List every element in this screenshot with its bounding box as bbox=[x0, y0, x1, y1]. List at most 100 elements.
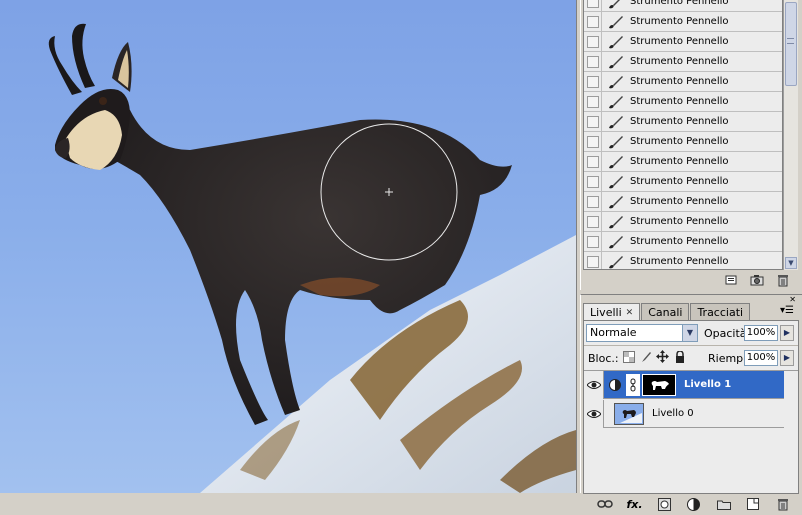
document-canvas[interactable] bbox=[0, 0, 576, 493]
history-step-row[interactable]: Strumento Pennello bbox=[584, 171, 782, 192]
lock-pixels-brush-icon[interactable] bbox=[639, 350, 652, 363]
visibility-eye-icon[interactable] bbox=[584, 399, 604, 428]
adjustment-layer-icon[interactable] bbox=[686, 496, 702, 512]
history-step-label: Strumento Pennello bbox=[630, 136, 729, 147]
history-step-row[interactable]: Strumento Pennello bbox=[584, 231, 782, 252]
paintbrush-icon bbox=[602, 155, 630, 169]
history-scrollbar[interactable]: ▼ bbox=[783, 0, 798, 270]
layers-footer: fx. bbox=[586, 493, 802, 515]
paintbrush-icon bbox=[602, 215, 630, 229]
paintbrush-icon bbox=[602, 135, 630, 149]
history-snapshot-checkbox[interactable] bbox=[584, 91, 602, 112]
blend-mode-select[interactable]: Normale ▼ bbox=[586, 324, 698, 342]
fill-input[interactable]: 100% bbox=[744, 350, 778, 366]
paintbrush-icon bbox=[602, 35, 630, 49]
history-step-row[interactable]: Strumento Pennello bbox=[584, 51, 782, 72]
history-list[interactable]: Strumento Pennello Strumento Pennello Stru… bbox=[583, 0, 783, 270]
history-step-row[interactable]: Strumento Pennello bbox=[584, 11, 782, 32]
layer-name: Livello 1 bbox=[684, 379, 732, 390]
layer-row-livello-1[interactable]: Livello 1 bbox=[584, 370, 784, 399]
divider bbox=[584, 345, 798, 346]
history-step-label: Strumento Pennello bbox=[630, 236, 729, 247]
layer-mask-thumbnail[interactable] bbox=[642, 373, 676, 396]
history-step-row[interactable]: Strumento Pennello bbox=[584, 0, 782, 12]
lock-transparency-icon[interactable] bbox=[622, 350, 635, 363]
blend-mode-value: Normale bbox=[590, 326, 637, 339]
opacity-slider-arrow-icon[interactable]: ▶ bbox=[780, 325, 794, 341]
history-step-label: Strumento Pennello bbox=[630, 56, 729, 67]
lock-position-move-icon[interactable] bbox=[656, 350, 669, 363]
scrollbar-grip-icon bbox=[787, 38, 794, 44]
panel-menu-icon[interactable]: ▾☰ bbox=[780, 305, 794, 316]
history-step-row[interactable]: Strumento Pennello bbox=[584, 211, 782, 232]
new-document-icon[interactable] bbox=[724, 273, 738, 287]
history-snapshot-checkbox[interactable] bbox=[584, 51, 602, 72]
tab-label: Livelli bbox=[590, 306, 622, 319]
lock-all-padlock-icon[interactable] bbox=[673, 350, 686, 363]
history-step-label: Strumento Pennello bbox=[630, 96, 729, 107]
history-snapshot-checkbox[interactable] bbox=[584, 11, 602, 32]
history-step-label: Strumento Pennello bbox=[630, 176, 729, 187]
add-mask-icon[interactable] bbox=[656, 496, 672, 512]
visibility-eye-icon[interactable] bbox=[584, 370, 604, 399]
fill-slider-arrow-icon[interactable]: ▶ bbox=[780, 350, 794, 366]
lock-icons bbox=[622, 350, 686, 363]
history-snapshot-checkbox[interactable] bbox=[584, 211, 602, 232]
tab-label: Canali bbox=[648, 305, 683, 319]
close-tab-icon[interactable]: ✕ bbox=[626, 308, 634, 318]
history-step-row[interactable]: Strumento Pennello bbox=[584, 91, 782, 112]
paintbrush-icon bbox=[602, 255, 630, 269]
snapshot-camera-icon[interactable] bbox=[750, 273, 764, 287]
chevron-down-icon[interactable]: ▼ bbox=[682, 325, 697, 341]
history-snapshot-checkbox[interactable] bbox=[584, 0, 602, 12]
history-step-label: Strumento Pennello bbox=[630, 36, 729, 47]
history-step-label: Strumento Pennello bbox=[630, 156, 729, 167]
history-step-row[interactable]: Strumento Pennello bbox=[584, 151, 782, 172]
history-step-row[interactable]: Strumento Pennello bbox=[584, 131, 782, 152]
scrollbar-thumb[interactable] bbox=[785, 2, 797, 86]
history-step-row[interactable]: Strumento Pennello bbox=[584, 251, 782, 269]
layer-style-fx-icon[interactable]: fx. bbox=[627, 496, 643, 512]
history-snapshot-checkbox[interactable] bbox=[584, 231, 602, 252]
layers-panel: ✕ Livelli ✕ Canali Tracciati ▾☰ Normale … bbox=[580, 294, 802, 511]
history-step-row[interactable]: Strumento Pennello bbox=[584, 71, 782, 92]
history-snapshot-checkbox[interactable] bbox=[584, 71, 602, 92]
link-layers-icon[interactable] bbox=[597, 496, 613, 512]
history-snapshot-checkbox[interactable] bbox=[584, 31, 602, 52]
history-snapshot-checkbox[interactable] bbox=[584, 171, 602, 192]
scroll-down-arrow-icon[interactable]: ▼ bbox=[785, 257, 797, 269]
tab-label: Tracciati bbox=[697, 305, 744, 319]
layer-thumbnail[interactable] bbox=[614, 402, 644, 425]
paintbrush-icon bbox=[602, 235, 630, 249]
tab-livelli[interactable]: Livelli ✕ bbox=[583, 303, 641, 321]
layer-thumbnail[interactable] bbox=[626, 373, 640, 396]
history-step-row[interactable]: Strumento Pennello bbox=[584, 31, 782, 52]
history-step-label: Strumento Pennello bbox=[630, 216, 729, 227]
layers-panel-tabs: Livelli ✕ Canali Tracciati bbox=[583, 303, 751, 321]
new-layer-icon[interactable] bbox=[745, 496, 761, 512]
trash-icon[interactable] bbox=[776, 273, 790, 287]
history-snapshot-checkbox[interactable] bbox=[584, 131, 602, 152]
panel-close-icon[interactable]: ✕ bbox=[789, 295, 796, 304]
history-step-label: Strumento Pennello bbox=[630, 76, 729, 87]
paintbrush-icon bbox=[602, 95, 630, 109]
tab-tracciati[interactable]: Tracciati bbox=[690, 303, 751, 320]
layer-name: Livello 0 bbox=[652, 408, 694, 419]
paintbrush-icon bbox=[602, 195, 630, 209]
history-step-label: Strumento Pennello bbox=[630, 116, 729, 127]
history-step-label: Strumento Pennello bbox=[630, 196, 729, 207]
history-snapshot-checkbox[interactable] bbox=[584, 111, 602, 132]
history-panel: Strumento Pennello Strumento Pennello Stru… bbox=[580, 0, 802, 290]
trash-icon[interactable] bbox=[775, 496, 791, 512]
opacity-input[interactable]: 100% bbox=[744, 325, 778, 341]
history-snapshot-checkbox[interactable] bbox=[584, 191, 602, 212]
history-step-row[interactable]: Strumento Pennello bbox=[584, 111, 782, 132]
tab-canali[interactable]: Canali bbox=[641, 303, 690, 320]
history-snapshot-checkbox[interactable] bbox=[584, 251, 602, 269]
new-group-folder-icon[interactable] bbox=[716, 496, 732, 512]
history-snapshot-checkbox[interactable] bbox=[584, 151, 602, 172]
layer-row-livello-0[interactable]: Livello 0 bbox=[584, 399, 784, 428]
history-footer bbox=[583, 270, 798, 290]
photo-chamois-on-snow bbox=[48, 23, 576, 493]
history-step-row[interactable]: Strumento Pennello bbox=[584, 191, 782, 212]
